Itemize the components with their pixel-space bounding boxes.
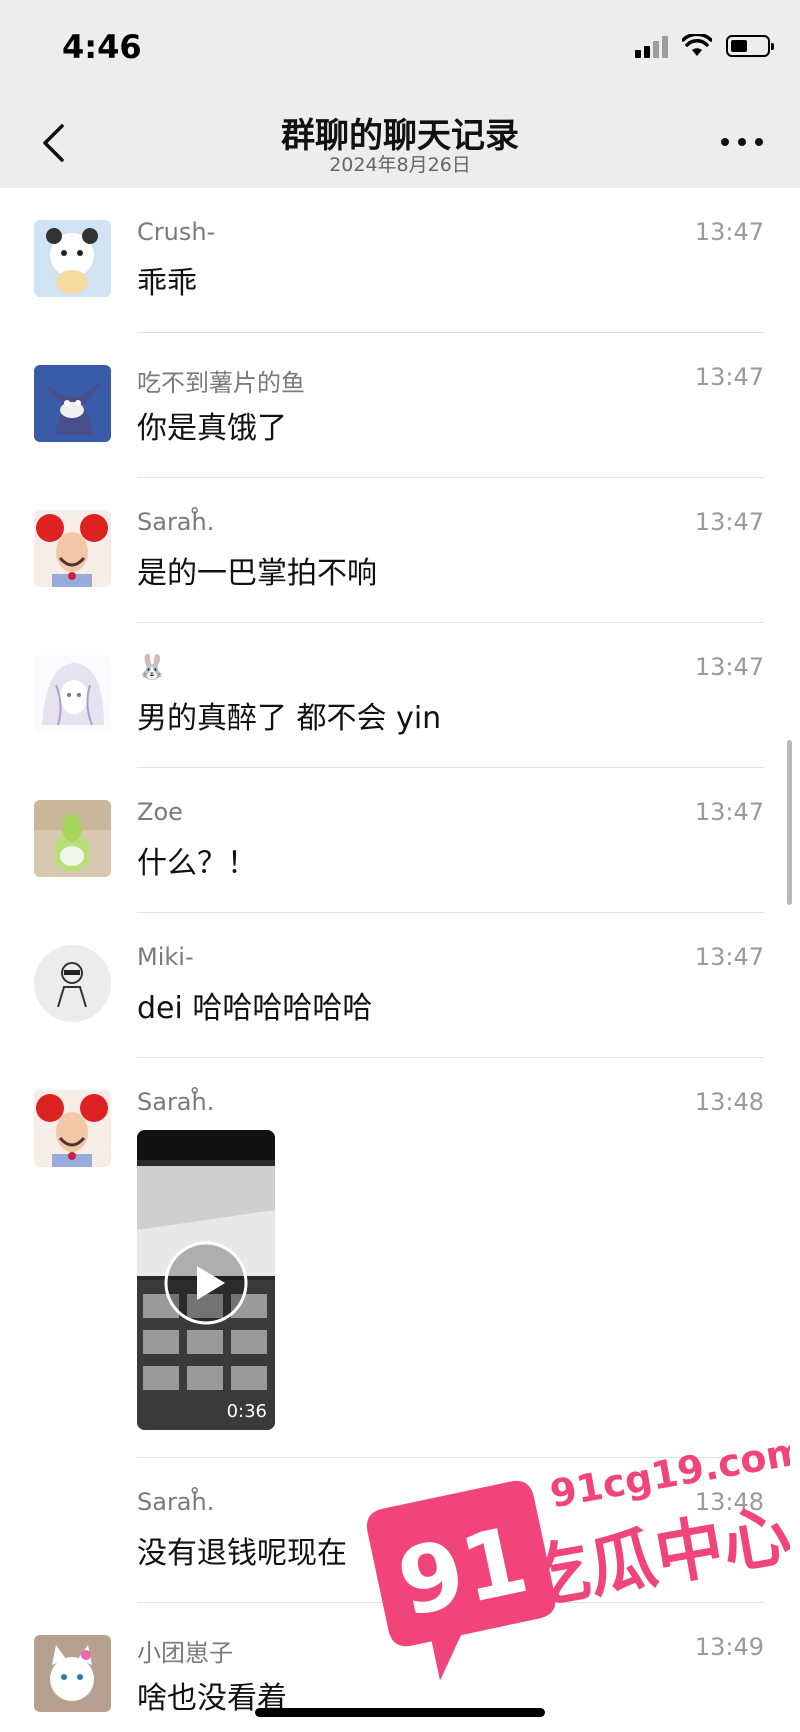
list-item[interactable]: Crush- 13:47 乖乖 [0,188,800,333]
sketch-person-avatar[interactable] [34,945,111,1022]
status-icons [635,34,774,58]
scrollbar[interactable] [787,740,792,905]
message-time: 13:48 [694,1088,764,1116]
sender-name: Sarah̊. [137,1088,215,1116]
message-text: 男的真醉了 都不会 yin [137,701,442,736]
green-toy-avatar[interactable] [34,800,111,877]
status-bar: 4:46 [0,0,800,100]
list-item[interactable]: Sarah̊. 13:47 是的一巴掌拍不响 [0,478,800,623]
sender-name: Sarah̊. [137,1488,215,1516]
message-text: 你是真饿了 [137,411,287,446]
play-icon[interactable] [163,1240,249,1326]
sender-name: 小团崽子 [137,1639,233,1667]
message-text: 是的一巴掌拍不响 [137,556,377,591]
message-text: 没有退钱呢现在 [137,1536,347,1571]
sender-name: 吃不到薯片的鱼 [137,369,305,397]
watermark-logo: 91 91cg19.com 吃瓜中心 [360,1428,800,1720]
nav-bar: 群聊的聊天记录 2024年8月26日 [0,100,800,188]
home-indicator[interactable] [255,1708,545,1717]
list-item[interactable]: 吃不到薯片的鱼 13:47 你是真饿了 [0,333,800,478]
red-hair-avatar[interactable] [34,510,111,587]
sender-name: Zoe [137,798,183,826]
list-item[interactable]: Zoe 13:47 什么？！ [0,768,800,913]
message-time: 13:47 [694,653,764,681]
message-time: 13:47 [694,218,764,246]
list-item[interactable]: Sarah̊. 13:48 0:36 [0,1058,800,1458]
message-time: 13:47 [694,798,764,826]
sender-name: Miki- [137,943,194,971]
message-time: 13:47 [694,508,764,536]
sender-name: Crush- [137,218,216,246]
battery-icon [726,35,774,57]
more-dots-icon [721,138,763,146]
red-hair-avatar[interactable] [34,1090,111,1167]
status-time: 4:46 [62,28,142,66]
message-text: 乖乖 [137,266,197,301]
message-time: 13:47 [694,363,764,391]
more-options-button[interactable] [712,122,772,162]
list-item[interactable]: Miki- 13:47 dei 哈哈哈哈哈哈 [0,913,800,1058]
page-subtitle-date: 2024年8月26日 [329,154,471,176]
white-cat-avatar[interactable] [34,1635,111,1712]
message-text: 什么？！ [137,846,257,881]
sender-name: 🐰 [137,653,167,681]
list-item[interactable]: 🐰 13:47 男的真醉了 都不会 yin [0,623,800,768]
video-message-thumbnail[interactable]: 0:36 [137,1130,275,1430]
video-duration: 0:36 [226,1401,267,1422]
cartoon-cat-avatar[interactable] [34,365,111,442]
cellular-signal-icon [635,34,668,58]
anime-girl-avatar[interactable] [34,655,111,732]
wifi-icon [682,34,712,56]
panda-bear-avatar[interactable] [34,220,111,297]
sender-name: Sarah̊. [137,508,215,536]
message-text: dei 哈哈哈哈哈哈 [137,991,373,1026]
message-time: 13:47 [694,943,764,971]
